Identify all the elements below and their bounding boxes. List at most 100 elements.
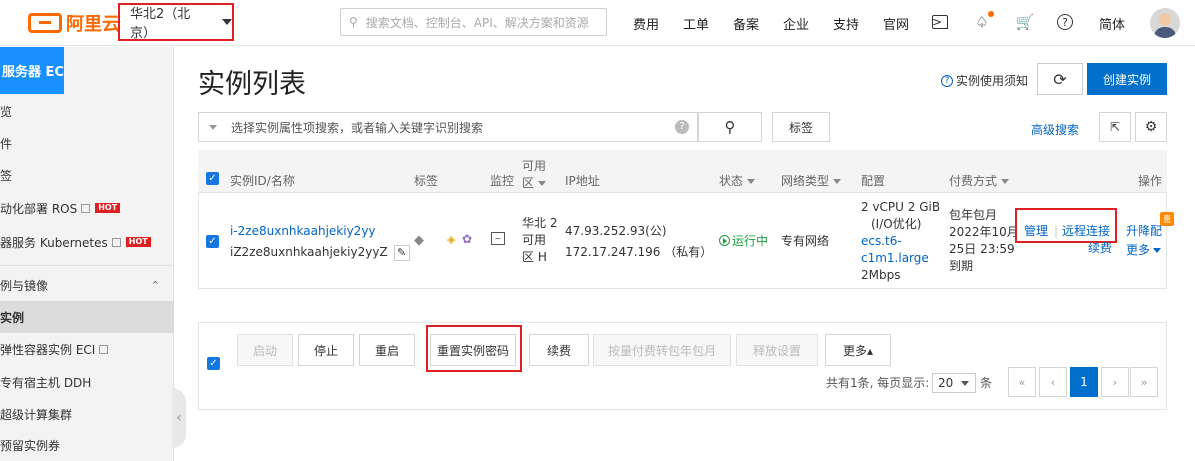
create-instance-button[interactable]: 创建实例 [1087,63,1167,95]
last-page-button[interactable]: » [1130,367,1158,397]
sidebar-group-instances-images[interactable]: 例与镜像 ⌃ [0,269,174,301]
nav-item-support[interactable]: 支持 [833,14,859,33]
language-switch[interactable]: 简体 [1099,14,1125,33]
nav-item-ticket[interactable]: 工单 [683,14,709,33]
sidebar-item-label: 预留实例券 [0,438,61,453]
reset-password-button[interactable]: 重置实例密码 [430,334,516,366]
sidebar-item-instances[interactable]: 实例 [0,301,174,333]
sidebar-item-label: 签 [0,168,13,183]
tag-filter-button[interactable]: 标签 [772,112,830,142]
manage-link[interactable]: 管理 [1024,223,1048,240]
chevron-down-icon [222,19,232,25]
upgrade-link[interactable]: 升降配 [1126,223,1162,240]
instance-type-link[interactable]: ecs.t6- [861,233,940,250]
usage-notice-link[interactable]: ? 实例使用须知 [941,72,1028,89]
security-shield-icon[interactable]: ◈ [447,233,455,246]
sidebar-item-ddh[interactable]: 专有宿主机 DDH [0,366,174,398]
tag-icon[interactable]: ◆ [414,233,424,248]
bell-icon[interactable]: ♤ [972,11,994,32]
col-header-ops: 操作 [1138,174,1163,188]
sidebar-item-ros[interactable]: 动化部署 ROS HOT [0,192,174,224]
hot-badge: HOT [125,237,151,247]
nav-item-enterprise[interactable]: 企业 [783,14,809,33]
renew-button[interactable]: 续费 [529,334,589,366]
prev-page-button[interactable]: ‹ [1039,367,1067,397]
search-button[interactable]: ⚲ [698,112,762,142]
more-actions-button[interactable]: 更多▴ [825,334,891,366]
sidebar-item-eci[interactable]: 弹性容器实例 ECI [0,333,174,365]
region-selector[interactable]: 华北2（北京） [118,3,234,41]
terminal-icon[interactable]: >_ [932,15,948,29]
instance-type-link[interactable]: c1m1.large [861,250,940,267]
more-ops-link[interactable]: 更多 [1126,242,1162,259]
sidebar-item-events[interactable]: 件 [0,127,174,159]
next-page-button[interactable]: › [1101,367,1129,397]
remote-connect-link[interactable]: 远程连接 [1062,223,1110,240]
first-page-button[interactable]: « [1008,367,1036,397]
region-label: 华北2（北京） [130,7,191,41]
sidebar-item-kubernetes[interactable]: 器服务 Kubernetes HOT [0,226,174,258]
zone-line: 区 H [522,250,547,264]
advanced-search-link[interactable]: 高级搜索 [1031,121,1079,138]
zone-line: 可用 [522,233,547,247]
release-settings-button[interactable]: 释放设置 [736,334,818,366]
page-title: 实例列表 [198,69,306,100]
nav-item-icp[interactable]: 备案 [733,14,759,33]
help-icon[interactable]: ? [1057,14,1073,30]
help-icon[interactable]: ? [675,120,689,134]
sidebar-item-reserved[interactable]: 预留实例券 [0,429,174,461]
col-header-ip: IP地址 [565,174,600,188]
stop-button[interactable]: 停止 [298,334,354,366]
monitor-chart-icon[interactable]: ~ [491,232,505,245]
restart-button[interactable]: 重启 [359,334,415,366]
global-search-input[interactable]: ⚲ 搜索文档、控制台、API、解决方案和资源 [340,8,607,36]
chevron-up-icon: ⌃ [150,278,160,292]
question-icon: ? [941,74,953,87]
billing-expiry: 到期 [949,259,974,273]
nav-item-billing[interactable]: 费用 [633,14,659,33]
start-button[interactable]: 启动 [237,334,293,366]
running-icon [719,235,730,246]
sidebar-item-tags[interactable]: 签 [0,159,174,191]
config-io: (I/O优化) [871,217,922,231]
table-header [198,150,1167,193]
usage-notice-label: 实例使用须知 [956,74,1029,88]
col-header-billing[interactable]: 付费方式 [949,172,1010,189]
settings-button[interactable]: ⚙ [1135,112,1167,142]
col-header-zone-line1: 可用 [522,159,547,173]
filter-placeholder: 选择实例属性项搜索，或者输入关键字识别搜索 [231,120,484,135]
cart-icon[interactable]: 🛒 [1015,12,1035,32]
col-header-zone[interactable]: 区 [522,174,547,191]
export-icon: ⇱ [1109,120,1121,134]
aliyun-logo[interactable]: 阿里云 [28,11,120,35]
nav-item-website[interactable]: 官网 [883,14,909,33]
convert-billing-button[interactable]: 按量付费转包年包月 [593,334,731,366]
instance-id-link[interactable]: i-2ze8uxnhkaahjekiy2yy [230,223,410,240]
status-badge: 运行中 [719,233,768,250]
col-header-id[interactable]: 实例ID/名称 [230,172,295,189]
col-header-network-label: 网络类型 [781,174,830,188]
page-size-select[interactable]: 20 [932,373,976,393]
batch-select-checkbox[interactable]: ✓ [207,357,220,370]
user-avatar[interactable] [1150,8,1180,38]
export-button[interactable]: ⇱ [1099,112,1131,142]
current-page-button[interactable]: 1 [1070,367,1098,397]
gear-icon: ⚙ [1144,119,1158,135]
col-header-network[interactable]: 网络类型 [781,172,842,189]
ip-cell: 47.93.252.93(公) 172.17.247.196 （私有） [565,223,712,261]
app-icon[interactable]: ✿ [462,232,472,246]
sidebar-item-overview[interactable]: 览 [0,95,174,127]
sidebar-header[interactable]: 服务器 ECS [0,47,64,94]
edit-name-icon[interactable]: ✎ [393,244,410,261]
instance-filter-input[interactable]: 选择实例属性项搜索，或者输入关键字识别搜索 ? [198,112,698,142]
col-header-status[interactable]: 状态 [719,172,756,189]
row-checkbox[interactable]: ✓ [206,235,219,248]
chevron-down-icon [209,124,217,130]
sidebar-item-scc[interactable]: 超级计算集群 [0,398,174,430]
public-ip: 47.93.252.93(公) [565,224,667,238]
refresh-button[interactable]: ⟳ [1037,63,1083,95]
renew-link[interactable]: 续费 [1088,240,1112,257]
select-all-checkbox[interactable]: ✓ [206,172,219,185]
sidebar-item-label: 件 [0,136,13,151]
sidebar-collapse-handle[interactable]: ‹ [172,388,186,448]
